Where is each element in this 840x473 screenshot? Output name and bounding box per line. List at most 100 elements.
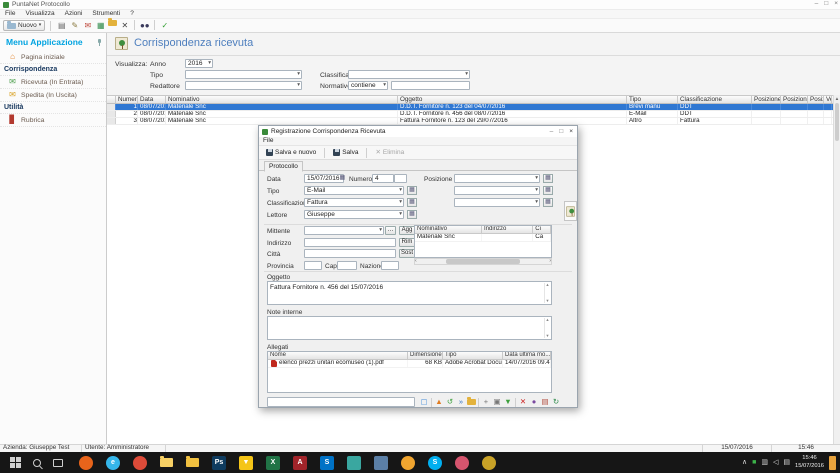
column-header-Numero[interactable]: Numero	[116, 96, 138, 103]
nazione-input[interactable]	[381, 261, 399, 270]
taskbar-search-icon[interactable]	[33, 458, 41, 467]
edit-icon[interactable]: ✎	[69, 20, 80, 31]
scroll-down-icon[interactable]: ▼	[546, 333, 550, 338]
scroll-left-icon[interactable]: ‹	[415, 258, 417, 265]
row-selector[interactable]	[107, 118, 116, 124]
column-header-Oggetto[interactable]: Oggetto	[398, 96, 627, 103]
menu-strumenti[interactable]: Strumenti	[87, 10, 125, 17]
scroll-up-icon[interactable]: ▲	[834, 95, 840, 102]
map-pin-icon[interactable]: ▼	[239, 455, 253, 470]
delete-attachment-icon[interactable]: ✕	[518, 397, 528, 407]
column-header-Posizione1[interactable]: Posizione1	[752, 96, 781, 103]
table-row[interactable]: 208/07/2016Materiale SncD.D.T. Fornitore…	[107, 111, 833, 118]
copy-file-icon[interactable]: ▣	[492, 397, 502, 407]
excel-icon[interactable]: X	[266, 455, 280, 470]
normativo-operator-select[interactable]: contiene	[348, 81, 388, 90]
mittente-combo[interactable]	[304, 226, 384, 235]
column-header-Nominativo[interactable]: Nominativo	[166, 96, 398, 103]
skype-business-icon[interactable]: S	[320, 455, 334, 470]
column-header-Posizione3[interactable]: Posizione3	[808, 96, 824, 103]
normativo-input[interactable]	[391, 81, 470, 90]
indirizzo-input[interactable]	[304, 238, 396, 247]
recipients-column-nominativo[interactable]: Nominativo	[415, 226, 482, 233]
excel-export-icon[interactable]: ▦	[95, 20, 106, 31]
allegati-column[interactable]: Data ultima mo...	[503, 352, 551, 359]
attachment-name-input[interactable]	[267, 397, 415, 407]
sidebar-item-spedita[interactable]: ✉ Spedita (In Uscita)	[0, 89, 106, 103]
lettore-select[interactable]: Giuseppe	[304, 210, 404, 219]
table-row[interactable]: 308/07/2016Materiale SncFattura Fornitor…	[107, 118, 833, 125]
posizione-select-1[interactable]	[454, 174, 540, 183]
tipo-filter-select[interactable]	[185, 70, 302, 79]
sidebar-item-rubrica[interactable]: ▊ Rubrica	[0, 114, 106, 128]
minimize-button[interactable]: –	[815, 0, 819, 7]
posizione-picker-2-icon[interactable]: ▦	[543, 186, 553, 195]
oggetto-textarea[interactable]: Fattura Fornitore n. 456 del 15/07/2016 …	[267, 281, 552, 305]
cap-input[interactable]	[337, 261, 357, 270]
internet-explorer-icon[interactable]: e	[106, 455, 120, 470]
allegati-column[interactable]: Dimensione	[408, 352, 443, 359]
classificazione-filter-select[interactable]	[348, 70, 470, 79]
open-attachment-icon[interactable]	[467, 397, 476, 405]
dialog-menu-file[interactable]: File	[259, 137, 277, 144]
new-file-icon[interactable]: +	[481, 397, 491, 407]
power-settings-icon[interactable]	[401, 455, 415, 470]
tipo-picker-icon[interactable]: ▦	[407, 186, 417, 195]
column-header-Posizione2[interactable]: Posizione2	[781, 96, 808, 103]
skype-icon[interactable]: S	[428, 455, 442, 470]
app-icon-3[interactable]	[455, 455, 469, 470]
undo-icon[interactable]: ↺	[445, 397, 455, 407]
agg-button[interactable]: Agg	[399, 226, 415, 235]
anno-select[interactable]: 2016	[185, 59, 213, 68]
attachment-row[interactable]: elenco prezzi unitari ecomuseo (1).pdf 68…	[268, 360, 551, 368]
data-input[interactable]: 15/07/2016 ▦	[304, 174, 345, 183]
classificazione-picker-icon[interactable]: ▦	[407, 198, 417, 207]
maximize-button[interactable]: □	[824, 0, 828, 7]
sost-button[interactable]: Sost	[399, 249, 415, 258]
close-button[interactable]: ×	[834, 0, 838, 7]
folder-icon[interactable]	[186, 456, 199, 467]
volume-icon[interactable]: ◁	[773, 459, 778, 466]
posizione-picker-1-icon[interactable]: ▦	[543, 174, 553, 183]
recipients-column-ci[interactable]: Ci	[533, 226, 551, 233]
column-header-selector[interactable]	[107, 96, 116, 103]
allegati-column[interactable]: Tipo	[443, 352, 503, 359]
app-icon-2[interactable]	[374, 455, 388, 470]
nuovo-button[interactable]: Nuovo ▾	[3, 20, 46, 31]
salva-e-nuovo-button[interactable]: Salva e nuovo	[262, 147, 320, 158]
chrome-icon[interactable]	[133, 455, 147, 470]
keyboard-icon[interactable]: ▤	[783, 459, 790, 466]
note-interne-textarea[interactable]: ▲ ▼	[267, 316, 552, 340]
start-button[interactable]	[10, 457, 21, 468]
print-attachment-icon[interactable]: ▤	[540, 397, 550, 407]
dialog-maximize-button[interactable]: □	[559, 128, 563, 135]
scan-icon[interactable]: ▲	[434, 397, 444, 407]
dialog-close-button[interactable]: ×	[569, 128, 573, 135]
posizione-select-3[interactable]	[454, 198, 540, 207]
menu-azioni[interactable]: Azioni	[60, 10, 88, 17]
column-header-Data[interactable]: Data	[138, 96, 166, 103]
classificazione-select[interactable]: Fattura	[304, 198, 404, 207]
acrobat-icon[interactable]: A	[293, 455, 307, 470]
column-header-Tipo[interactable]: Tipo	[627, 96, 678, 103]
app-icon-1[interactable]	[347, 455, 361, 470]
recipients-scrollbar[interactable]: ‹ ›	[414, 258, 552, 265]
menu-[interactable]: ?	[125, 10, 139, 17]
app-icon-4[interactable]	[482, 455, 496, 470]
mail-icon[interactable]: ✉	[82, 20, 93, 31]
column-header-Classificazione[interactable]: Classificazione	[678, 96, 752, 103]
rim-button[interactable]: Rim	[399, 238, 415, 247]
scroll-right-icon[interactable]: ›	[549, 258, 551, 265]
salva-button[interactable]: Salva	[329, 147, 362, 158]
numero-suffix-input[interactable]	[394, 174, 407, 183]
pin-icon[interactable]	[97, 39, 102, 46]
posizione-picker-3-icon[interactable]: ▦	[543, 198, 553, 207]
file-explorer-icon[interactable]	[160, 456, 173, 467]
row-selector[interactable]	[107, 111, 116, 117]
scroll-up-icon[interactable]: ▲	[546, 282, 550, 287]
save-attachment-icon[interactable]: ▼	[503, 397, 513, 407]
refresh-icon[interactable]: ↻	[551, 397, 561, 407]
print-icon[interactable]: ▤	[56, 20, 67, 31]
tray-app-icon[interactable]: ■	[752, 459, 756, 466]
redattore-select[interactable]	[185, 81, 302, 90]
